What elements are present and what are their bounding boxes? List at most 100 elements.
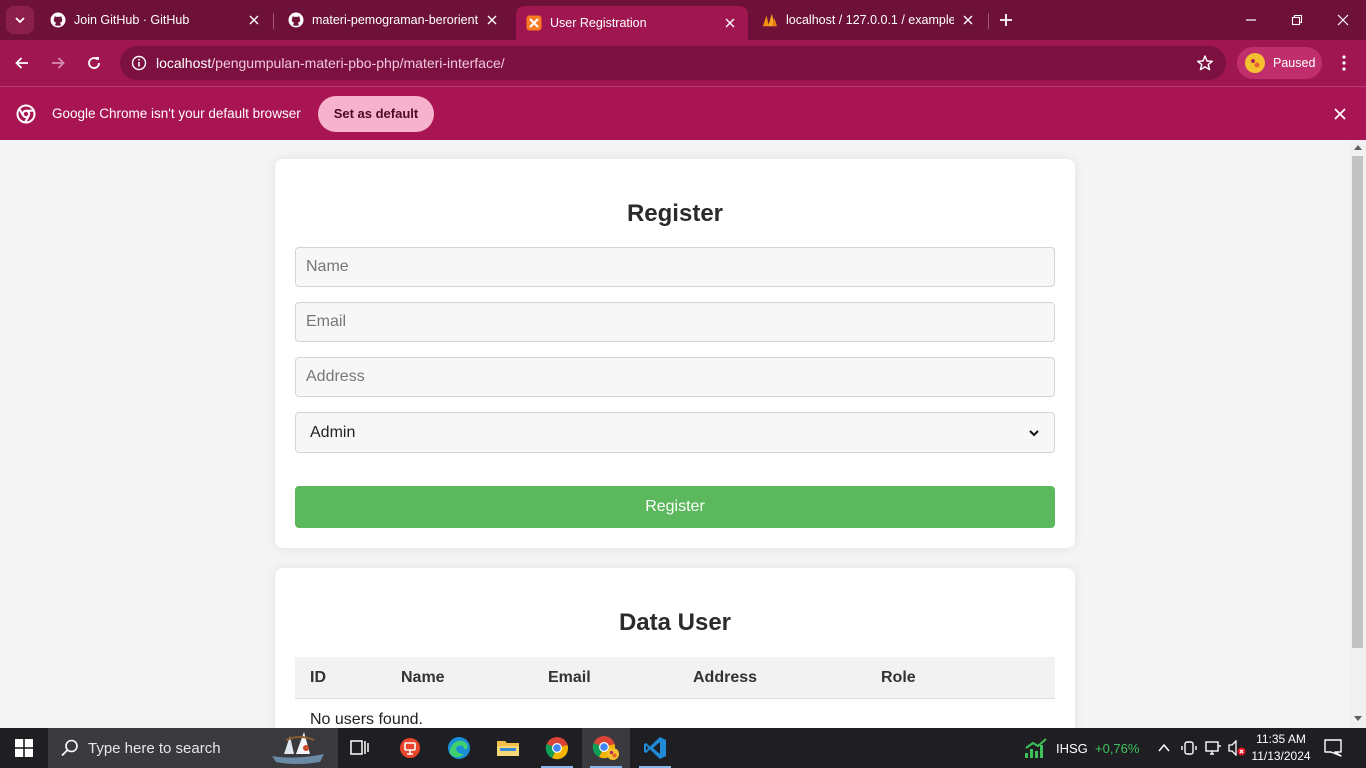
taskbar-app-presentation[interactable]: [386, 728, 434, 768]
minimize-button[interactable]: [1228, 0, 1274, 40]
chrome-profile-icon: [592, 736, 619, 760]
network-icon[interactable]: [1204, 740, 1222, 756]
close-icon[interactable]: [1330, 104, 1350, 124]
start-button[interactable]: [0, 728, 48, 768]
tab-user-registration[interactable]: User Registration: [516, 6, 748, 40]
tab-join-github[interactable]: Join GitHub · GitHub: [40, 5, 272, 35]
role-select-value: Admin: [310, 423, 356, 441]
chevron-up-icon[interactable]: [1157, 742, 1171, 754]
taskbar-app-edge[interactable]: [435, 728, 483, 768]
chevron-down-icon: [1029, 429, 1039, 436]
chrome-menu-button[interactable]: [1330, 49, 1358, 77]
profile-button[interactable]: Paused: [1237, 47, 1322, 79]
register-title: Register: [626, 200, 724, 227]
more-vertical-icon: [1342, 55, 1346, 71]
site-info-icon[interactable]: [122, 55, 156, 71]
task-view-button[interactable]: [336, 728, 384, 768]
close-window-button[interactable]: [1320, 0, 1366, 40]
profile-status-label: Paused: [1273, 56, 1316, 70]
back-button[interactable]: [8, 49, 36, 77]
plus-icon: [1000, 14, 1012, 26]
reload-icon: [88, 57, 100, 69]
empty-table-message: No users found.: [310, 711, 423, 728]
clock-time: 11:35 AM: [1256, 732, 1306, 746]
phpmyadmin-icon: [762, 12, 778, 28]
task-view-icon: [350, 740, 369, 755]
tab-title: User Registration: [550, 16, 647, 30]
tab-separator: [988, 13, 989, 29]
search-placeholder: Type here to search: [88, 739, 221, 757]
name-input[interactable]: [295, 247, 1055, 287]
tab-phpmyadmin[interactable]: localhost / 127.0.0.1 / example: [752, 5, 986, 35]
new-tab-button[interactable]: [994, 8, 1018, 32]
presentation-app-icon: [400, 738, 420, 758]
browser-toolbar: localhost/pengumpulan-materi-pbo-php/mat…: [0, 40, 1366, 86]
role-select[interactable]: Admin: [295, 412, 1055, 453]
url-path: /pengumpulan-materi-pbo-php/materi-inter…: [211, 55, 505, 71]
page-viewport: Register Admin Register Data User ID Nam…: [0, 140, 1350, 728]
scroll-up-arrow-icon[interactable]: [1354, 145, 1362, 150]
volume-muted-icon[interactable]: [1228, 740, 1246, 756]
data-user-card: Data User ID Name Email Address Role No …: [275, 568, 1075, 728]
tab-title: Join GitHub · GitHub: [74, 13, 190, 27]
scrollbar-thumb[interactable]: [1352, 156, 1363, 648]
tab-separator: [273, 13, 274, 29]
address-bar[interactable]: localhost/pengumpulan-materi-pbo-php/mat…: [120, 46, 1226, 80]
close-icon[interactable]: [960, 12, 976, 28]
arrow-left-icon: [15, 57, 28, 69]
close-icon[interactable]: [484, 12, 500, 28]
column-header-email: Email: [548, 669, 591, 686]
taskbar-app-vscode[interactable]: [631, 728, 679, 768]
page-scrollbar[interactable]: [1350, 140, 1366, 728]
users-table: ID Name Email Address Role No users foun…: [295, 657, 1055, 728]
stock-chart-icon: [1025, 738, 1047, 758]
column-header-role: Role: [881, 669, 916, 686]
data-user-title: Data User: [618, 609, 732, 636]
search-highlight-icon: [272, 732, 324, 764]
tab-materi-github[interactable]: materi-pemograman-berorientasi: [278, 5, 510, 35]
scroll-down-arrow-icon[interactable]: [1354, 716, 1362, 721]
chrome-icon: [16, 104, 36, 123]
github-icon: [50, 12, 66, 28]
stock-name[interactable]: IHSG: [1056, 741, 1088, 756]
restore-button[interactable]: [1274, 0, 1320, 40]
edge-icon: [448, 737, 470, 759]
url-text[interactable]: localhost/pengumpulan-materi-pbo-php/mat…: [156, 55, 505, 71]
search-icon: [61, 739, 78, 757]
vscode-icon: [644, 737, 666, 759]
device-icon[interactable]: [1181, 740, 1197, 756]
set-as-default-button[interactable]: Set as default: [317, 95, 435, 132]
stock-change[interactable]: +0,76%: [1095, 741, 1139, 756]
column-header-address: Address: [693, 669, 758, 686]
register-button[interactable]: Register: [295, 486, 1055, 528]
windows-taskbar: Type here to search IHSG +0,76% 11:35 AM…: [0, 728, 1366, 768]
table-header: ID Name Email Address Role: [295, 657, 1055, 699]
browser-tab-strip: Join GitHub · GitHub materi-pemograman-b…: [0, 0, 1366, 40]
taskbar-app-chrome[interactable]: [533, 728, 581, 768]
forward-button[interactable]: [44, 49, 72, 77]
column-header-id: ID: [310, 669, 326, 686]
folder-icon: [497, 741, 519, 756]
reload-button[interactable]: [80, 49, 108, 77]
avatar: [1245, 53, 1265, 73]
close-icon[interactable]: [722, 15, 738, 31]
url-host: localhost: [156, 55, 212, 71]
register-card: Register Admin Register: [275, 159, 1075, 548]
notification-icon[interactable]: [1324, 739, 1342, 757]
address-input[interactable]: [295, 357, 1055, 397]
windows-logo-icon: [15, 739, 33, 757]
github-icon: [288, 12, 304, 28]
tab-title: localhost / 127.0.0.1 / example: [786, 13, 954, 27]
system-clock[interactable]: 11:35 AM 11/13/2024: [1250, 731, 1312, 765]
xampp-icon: [526, 15, 542, 31]
email-input[interactable]: [295, 302, 1055, 342]
chrome-icon: [545, 737, 568, 760]
close-icon: [1337, 14, 1349, 26]
taskbar-search-box[interactable]: Type here to search: [48, 728, 338, 768]
table-row: No users found.: [295, 699, 1055, 728]
taskbar-app-chrome-profile[interactable]: [582, 728, 630, 768]
tab-search-button[interactable]: [6, 6, 34, 34]
close-icon[interactable]: [246, 12, 262, 28]
taskbar-app-file-explorer[interactable]: [484, 728, 532, 768]
bookmark-star-icon[interactable]: [1196, 54, 1214, 77]
